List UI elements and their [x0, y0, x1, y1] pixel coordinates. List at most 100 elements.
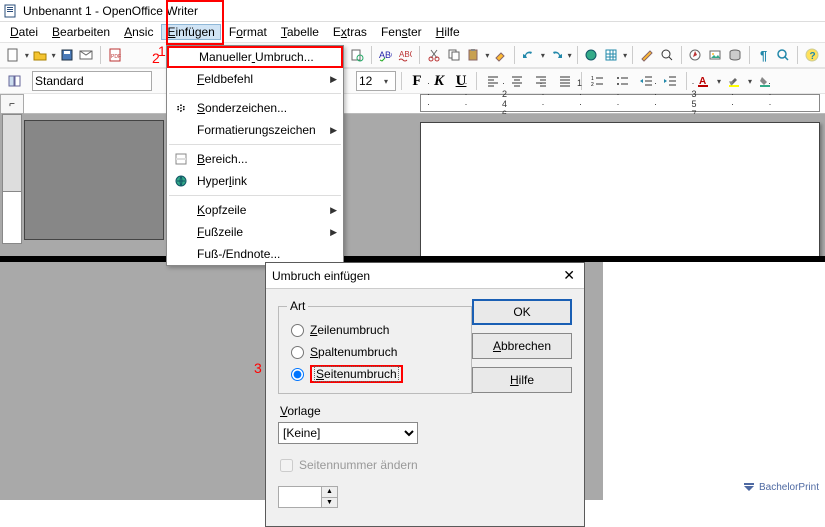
bold-button[interactable]: F: [407, 71, 427, 91]
autospell-button[interactable]: ABC: [396, 44, 414, 66]
open-button[interactable]: [31, 44, 49, 66]
navigator-button[interactable]: [686, 44, 704, 66]
svg-text:?: ?: [810, 51, 816, 62]
radio-spaltenumbruch-input[interactable]: [291, 346, 304, 359]
menuitem-manueller-umbruch[interactable]: Manueller Umbruch...: [167, 46, 343, 68]
special-char-icon: ፨: [171, 100, 191, 116]
menu-ansicht[interactable]: Ansic: [118, 24, 159, 40]
chevron-down-icon[interactable]: ▾: [623, 51, 627, 60]
radio-label: Seitenumbruch: [314, 366, 399, 382]
menu-datei[interactable]: Datei: [4, 24, 44, 40]
help-button[interactable]: Hilfe: [472, 367, 572, 393]
ok-button[interactable]: OK: [472, 299, 572, 325]
hyperlink-button[interactable]: [582, 44, 600, 66]
pagenum-checkbox: [280, 459, 293, 472]
find-button[interactable]: [658, 44, 676, 66]
menu-bearbeiten[interactable]: Bearbeiten: [46, 24, 116, 40]
radio-seitenumbruch[interactable]: Seitenumbruch: [291, 363, 463, 385]
bottom-gray-strip: [585, 262, 603, 500]
menu-einfuegen[interactable]: Einfügen: [161, 24, 220, 40]
menuitem-bereich[interactable]: Bereich...: [167, 148, 343, 170]
blank-icon: [171, 122, 191, 138]
menu-fenster[interactable]: Fenster: [375, 24, 428, 40]
blank-icon: [171, 246, 191, 262]
pagenum-checkbox-row: Seitennummer ändern: [280, 458, 472, 472]
cut-button[interactable]: [425, 44, 443, 66]
svg-text:PDF: PDF: [111, 54, 121, 60]
pagenum-label: Seitennummer ändern: [299, 458, 418, 472]
font-size-select[interactable]: [356, 71, 396, 91]
gallery-button[interactable]: [706, 44, 724, 66]
submenu-arrow-icon: ▶: [330, 125, 337, 136]
radio-label: Zeilenumbruch: [310, 323, 389, 337]
chevron-down-icon[interactable]: ▾: [485, 51, 489, 60]
radio-zeilenumbruch-input[interactable]: [291, 324, 304, 337]
menu-hilfe[interactable]: Hilfe: [430, 24, 466, 40]
ruler-scale[interactable]: · · · · 1 · · · ▾ · · · 2 · · · · 3 · · …: [420, 94, 820, 112]
menuitem-kopfzeile[interactable]: Kopfzeile ▶: [167, 199, 343, 221]
table-button[interactable]: [602, 44, 620, 66]
menuitem-formatierungszeichen[interactable]: Formatierungszeichen ▶: [167, 119, 343, 141]
chevron-down-icon[interactable]: ▾: [384, 77, 388, 86]
cancel-button[interactable]: Abbrechen: [472, 333, 572, 359]
chevron-down-icon[interactable]: ▾: [25, 51, 29, 60]
print-preview-button[interactable]: [348, 44, 366, 66]
dialog-title: Umbruch einfügen: [272, 269, 370, 283]
chevron-down-icon[interactable]: ▾: [52, 51, 56, 60]
close-icon[interactable]: ✕: [560, 267, 578, 284]
section-icon: [171, 151, 191, 167]
export-pdf-button[interactable]: PDF: [106, 44, 124, 66]
blank-icon: [171, 224, 191, 240]
show-draw-button[interactable]: [638, 44, 656, 66]
bottom-page: [585, 262, 825, 500]
menuitem-sonderzeichen[interactable]: ፨ Sonderzeichen...: [167, 97, 343, 119]
spinner-down-icon: ▼: [322, 498, 337, 508]
help-button[interactable]: ?: [803, 44, 821, 66]
art-group: Art Zeilenumbruch Spaltenumbruch Seitenu…: [278, 299, 472, 394]
undo-button[interactable]: [520, 44, 538, 66]
vorlage-select[interactable]: [Keine]: [278, 422, 418, 444]
blank-icon: [171, 71, 191, 87]
paragraph-style-select[interactable]: [32, 71, 152, 91]
art-legend: Art: [287, 299, 308, 313]
save-button[interactable]: [58, 44, 76, 66]
menuitem-fusszeile[interactable]: Fußzeile ▶: [167, 221, 343, 243]
standard-toolbar: ▾ ▾ PDF ABC ABC ▾ ▾ ▾ ▾ ¶ ?: [0, 42, 825, 68]
submenu-arrow-icon: ▶: [330, 227, 337, 238]
document-area: [0, 114, 825, 256]
datasources-button[interactable]: [726, 44, 744, 66]
styles-window-button[interactable]: [4, 70, 26, 92]
radio-seitenumbruch-input[interactable]: [291, 368, 304, 381]
radio-zeilenumbruch[interactable]: Zeilenumbruch: [291, 319, 463, 341]
radio-label: Spaltenumbruch: [310, 345, 397, 359]
page-edge: [24, 120, 164, 240]
vorlage-label: Vorlage: [280, 404, 472, 418]
paste-button[interactable]: [465, 44, 483, 66]
format-paintbrush-button[interactable]: [491, 44, 509, 66]
svg-text:ABC: ABC: [399, 50, 412, 59]
menu-extras[interactable]: Extras: [327, 24, 373, 40]
spinner-up-icon: ▲: [322, 487, 337, 498]
chevron-down-icon[interactable]: ▾: [568, 51, 572, 60]
zoom-button[interactable]: [775, 44, 793, 66]
ruler-corner: ⌐: [0, 94, 24, 114]
hyperlink-icon: [171, 173, 191, 189]
annotation-2: 2: [152, 50, 160, 66]
blank-icon: [173, 49, 193, 65]
spellcheck-button[interactable]: ABC: [376, 44, 394, 66]
svg-text:ABC: ABC: [379, 50, 392, 60]
pagenum-spinner: ▲▼: [278, 486, 338, 508]
dialog-titlebar[interactable]: Umbruch einfügen ✕: [266, 263, 584, 289]
menuitem-hyperlink[interactable]: Hyperlink: [167, 170, 343, 192]
menu-tabelle[interactable]: Tabelle: [275, 24, 325, 40]
chevron-down-icon[interactable]: ▾: [541, 51, 545, 60]
nonprinting-button[interactable]: ¶: [755, 44, 773, 66]
email-button[interactable]: [78, 44, 96, 66]
menuitem-feldbefehl[interactable]: Feldbefehl ▶: [167, 68, 343, 90]
copy-button[interactable]: [445, 44, 463, 66]
vertical-ruler[interactable]: [2, 114, 22, 244]
new-doc-button[interactable]: [4, 44, 22, 66]
menu-format[interactable]: Format: [223, 24, 273, 40]
radio-spaltenumbruch[interactable]: Spaltenumbruch: [291, 341, 463, 363]
redo-button[interactable]: [547, 44, 565, 66]
